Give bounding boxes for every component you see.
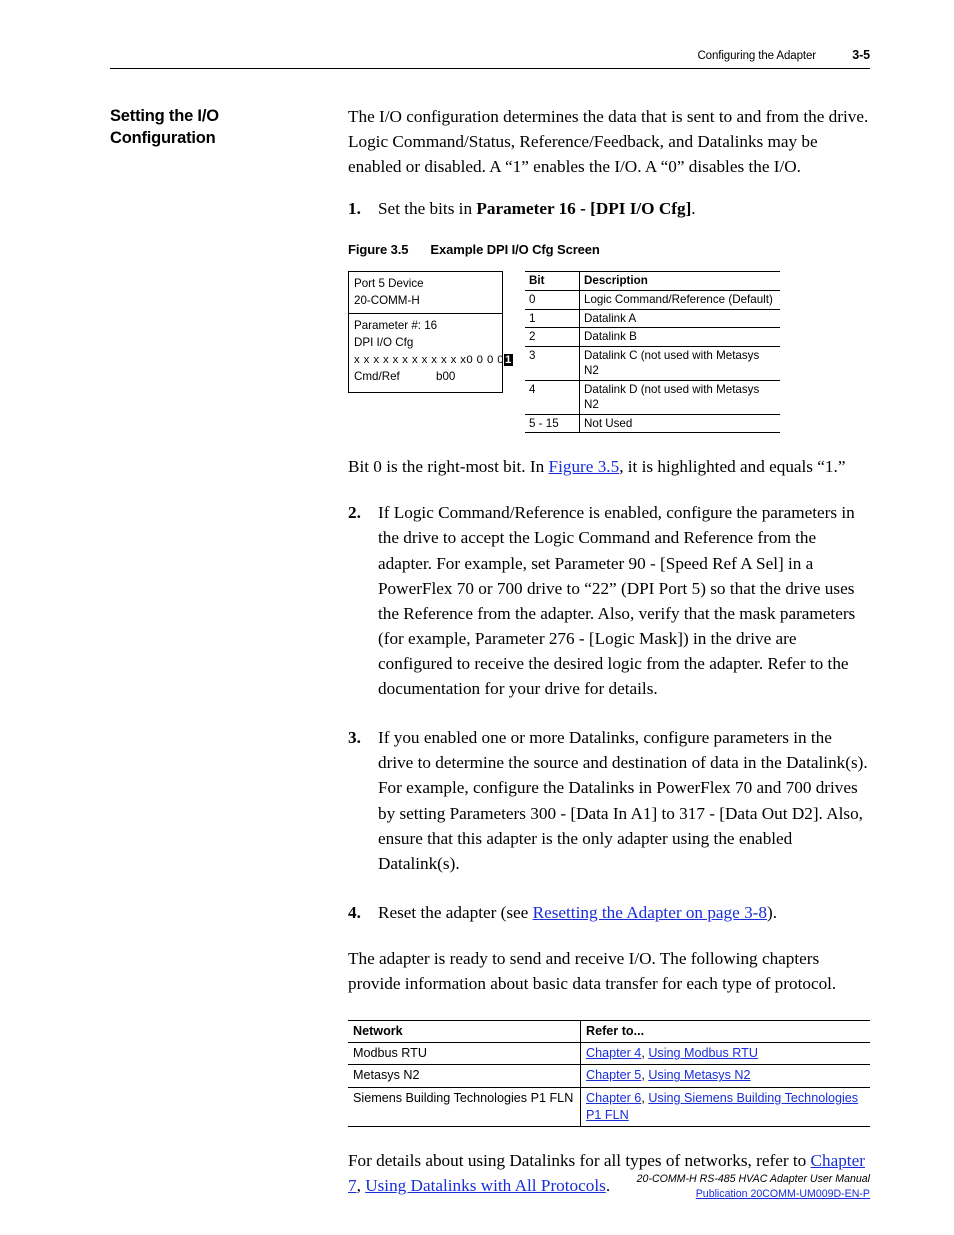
closing-pre: For details about using Datalinks for al… bbox=[348, 1150, 811, 1170]
table-row: Siemens Building Technologies P1 FLN Cha… bbox=[348, 1087, 870, 1127]
page-footer: 20-COMM-H RS-485 HVAC Adapter User Manua… bbox=[110, 1172, 870, 1203]
section-heading: Setting the I/O Configuration bbox=[110, 106, 335, 150]
intro-paragraph: The I/O configuration determines the dat… bbox=[348, 107, 869, 177]
bit-cell: 0 bbox=[525, 290, 580, 310]
chapter-link[interactable]: Chapter 4 bbox=[586, 1046, 641, 1060]
description-cell: Datalink C (not used with Metasys N2 bbox=[579, 346, 780, 381]
table-row: 0 Logic Command/Reference (Default) bbox=[525, 290, 780, 310]
section-heading-line2: Configuration bbox=[110, 128, 216, 147]
bit-0-highlighted: 1 bbox=[504, 354, 513, 367]
network-table-header-row: Network Refer to... bbox=[348, 1020, 870, 1044]
table-row: Modbus RTU Chapter 4, Using Modbus RTU bbox=[348, 1042, 870, 1066]
resetting-adapter-link[interactable]: Resetting the Adapter on page 3-8 bbox=[533, 903, 767, 922]
network-table-col-refer: Refer to... bbox=[580, 1020, 870, 1044]
dpi-screen-box: Port 5 Device 20-COMM-H Parameter #: 16 … bbox=[348, 271, 513, 393]
step-item-4: 4. Reset the adapter (see Resetting the … bbox=[348, 900, 870, 925]
step-item-1: 1. Set the bits in Parameter 16 - [DPI I… bbox=[348, 196, 870, 221]
header-chapter-title: Configuring the Adapter bbox=[697, 50, 816, 62]
network-refer-cell: Chapter 5, Using Metasys N2 bbox=[580, 1064, 870, 1088]
bit-description-table: Bit Description 0 Logic Command/Referenc… bbox=[525, 271, 780, 434]
step-1-parameter-name: Parameter 16 - [DPI I/O Cfg] bbox=[476, 199, 692, 219]
bit-string-zeros: 0 0 0 0 bbox=[466, 354, 504, 367]
bit-table-col-bit: Bit bbox=[525, 271, 580, 291]
after-figure-paragraph: Bit 0 is the right-most bit. In Figure 3… bbox=[348, 454, 870, 479]
chapter-link[interactable]: Chapter 5 bbox=[586, 1068, 641, 1082]
topic-link[interactable]: Using Modbus RTU bbox=[648, 1046, 758, 1060]
figure-label: Figure 3.5 bbox=[348, 242, 409, 258]
footer-manual-title: 20-COMM-H RS-485 HVAC Adapter User Manua… bbox=[636, 1173, 870, 1185]
bit-table-header-row: Bit Description bbox=[525, 271, 780, 291]
step-number: 1. bbox=[348, 199, 361, 219]
footer-publication: Publication 20COMM-UM009D-EN-P bbox=[110, 1187, 870, 1202]
chapter-link[interactable]: Chapter 6 bbox=[586, 1091, 641, 1105]
table-row: 1 Datalink A bbox=[525, 309, 780, 329]
network-table-col-network: Network bbox=[348, 1020, 581, 1044]
figure-body: Port 5 Device 20-COMM-H Parameter #: 16 … bbox=[348, 271, 870, 434]
bit-cell: 2 bbox=[525, 327, 580, 347]
after-figure-post: , it is highlighted and equals “1.” bbox=[619, 457, 846, 477]
figure-title: Example DPI I/O Cfg Screen bbox=[430, 242, 600, 258]
document-page: Configuring the Adapter 3-5 Setting the … bbox=[0, 0, 954, 1235]
step-1-post: . bbox=[691, 199, 696, 219]
screen-parameter-line: Parameter #: 16 bbox=[354, 319, 438, 333]
step-item-2: 2. If Logic Command/Reference is enabled… bbox=[348, 500, 870, 701]
step-4-post: ). bbox=[766, 902, 778, 922]
screen-parameter-name: DPI I/O Cfg bbox=[354, 335, 414, 349]
description-cell: Not Used bbox=[579, 414, 780, 434]
network-refer-cell: Chapter 6, Using Siemens Building Techno… bbox=[580, 1087, 870, 1127]
main-content-column: The I/O configuration determines the dat… bbox=[348, 104, 870, 1198]
page-header: Configuring the Adapter 3-5 bbox=[110, 48, 870, 69]
publication-link[interactable]: Publication 20COMM-UM009D-EN-P bbox=[696, 1188, 870, 1200]
after-figure-pre: Bit 0 is the right-most bit. In bbox=[348, 457, 549, 477]
step-number: 2. bbox=[348, 503, 361, 523]
header-page-number: 3-5 bbox=[852, 48, 870, 62]
table-row: 5 - 15 Not Used bbox=[525, 414, 780, 434]
network-reference-table: Network Refer to... Modbus RTU Chapter 4… bbox=[348, 1020, 870, 1127]
table-row: Metasys N2 Chapter 5, Using Metasys N2 bbox=[348, 1064, 870, 1088]
header-rule bbox=[110, 68, 870, 69]
section-heading-line1: Setting the I/O bbox=[110, 107, 219, 125]
bit-cell: 3 bbox=[525, 346, 580, 381]
bit-cell: 5 - 15 bbox=[525, 414, 580, 434]
bit-cell: 1 bbox=[525, 309, 580, 329]
step-4-pre: Reset the adapter (see bbox=[378, 902, 533, 922]
table-row: 3 Datalink C (not used with Metasys N2 bbox=[525, 346, 780, 381]
step-number: 4. bbox=[348, 902, 361, 922]
bit-string-x: x x x x x x x x x x x x bbox=[354, 354, 467, 367]
table-row: 4 Datalink D (not used with Metasys N2 bbox=[525, 380, 780, 415]
network-name-cell: Siemens Building Technologies P1 FLN bbox=[348, 1087, 581, 1127]
description-cell: Datalink D (not used with Metasys N2 bbox=[579, 380, 780, 415]
step-number: 3. bbox=[348, 728, 361, 748]
screen-cmdref-line: Cmd/Ref b00 bbox=[354, 369, 497, 385]
bit-table-col-description: Description bbox=[579, 271, 780, 291]
screen-device-line: 20-COMM-H bbox=[354, 293, 420, 307]
figure-3-5-link[interactable]: Figure 3.5 bbox=[549, 457, 620, 476]
step-1-pre: Set the bits in bbox=[378, 199, 477, 219]
topic-link[interactable]: Using Metasys N2 bbox=[648, 1068, 750, 1082]
step-text: Set the bits in Parameter 16 - [DPI I/O … bbox=[378, 196, 870, 221]
screen-bit-string: x x x x x x x x x x x x0 0 0 01 bbox=[354, 352, 513, 368]
network-name-cell: Modbus RTU bbox=[348, 1042, 581, 1066]
step-text: If Logic Command/Reference is enabled, c… bbox=[378, 503, 856, 699]
figure-caption: Figure 3.5 Example DPI I/O Cfg Screen bbox=[348, 242, 870, 257]
step-text: If you enabled one or more Datalinks, co… bbox=[378, 728, 868, 873]
screen-port-line: Port 5 Device bbox=[354, 277, 424, 291]
network-name-cell: Metasys N2 bbox=[348, 1064, 581, 1088]
screen-bottom-section: Parameter #: 16 DPI I/O Cfg x x x x x x … bbox=[349, 314, 513, 392]
step-item-3: 3. If you enabled one or more Datalinks,… bbox=[348, 725, 870, 876]
ready-paragraph: The adapter is ready to send and receive… bbox=[348, 948, 837, 994]
step-text: Reset the adapter (see Resetting the Ada… bbox=[378, 900, 870, 925]
description-cell: Logic Command/Reference (Default) bbox=[579, 290, 780, 310]
screen-top-section: Port 5 Device 20-COMM-H bbox=[349, 272, 502, 315]
bit-cell: 4 bbox=[525, 380, 580, 415]
table-row: 2 Datalink B bbox=[525, 327, 780, 347]
description-cell: Datalink B bbox=[579, 327, 780, 347]
cmdref-value: b00 bbox=[436, 370, 456, 384]
cmdref-label: Cmd/Ref bbox=[354, 370, 400, 384]
description-cell: Datalink A bbox=[579, 309, 780, 329]
header-line: Configuring the Adapter 3-5 bbox=[110, 48, 870, 62]
network-refer-cell: Chapter 4, Using Modbus RTU bbox=[580, 1042, 870, 1066]
